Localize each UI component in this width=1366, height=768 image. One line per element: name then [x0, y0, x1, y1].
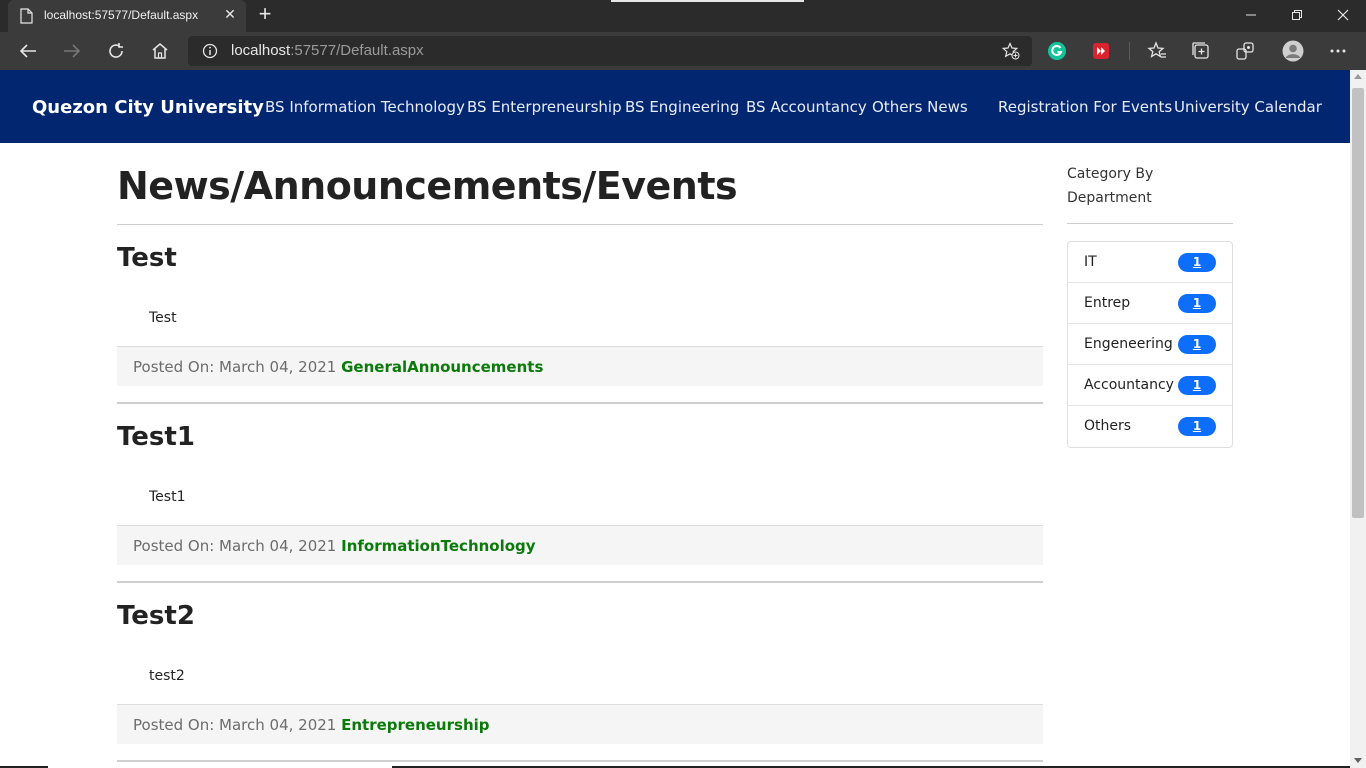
- extension-button[interactable]: [1091, 41, 1111, 61]
- tab-close-icon[interactable]: ✕: [222, 7, 238, 23]
- post-title: Test2: [117, 601, 195, 631]
- post-title: Test1: [117, 422, 195, 452]
- favorites-button[interactable]: [1147, 41, 1167, 61]
- toolbar-divider: [1129, 42, 1130, 60]
- sidebar-divider: [1067, 223, 1233, 224]
- category-label: IT: [1084, 254, 1097, 270]
- category-count-badge[interactable]: 1: [1178, 376, 1216, 395]
- nav-link-bs-enterpreneurship[interactable]: BS Enterpreneurship: [467, 98, 622, 116]
- post-category-link[interactable]: GeneralAnnouncements: [341, 358, 543, 376]
- sync-button[interactable]: [1235, 41, 1255, 61]
- category-count-badge[interactable]: 1: [1178, 335, 1216, 354]
- post-divider: [117, 581, 1043, 583]
- more-icon: [1330, 49, 1346, 53]
- post-footer: Posted On: March 04, 2021 InformationTec…: [117, 525, 1043, 565]
- post-body: Test: [149, 310, 177, 326]
- category-label: Engeneering: [1084, 336, 1173, 352]
- site-brand[interactable]: Quezon City University: [32, 97, 264, 118]
- category-item-engeneering[interactable]: Engeneering 1: [1068, 324, 1232, 365]
- home-button[interactable]: [145, 36, 175, 66]
- browser-toolbar: localhost:57577/Default.aspx: [0, 32, 1366, 70]
- sidebar-title: Category By Department: [1067, 166, 1154, 206]
- tab-title: localhost:57577/Default.aspx: [44, 8, 199, 22]
- nav-link-registration-for-events[interactable]: Registration For Events: [998, 98, 1172, 116]
- post-body: test2: [149, 668, 185, 684]
- close-icon: [1337, 9, 1349, 21]
- add-favorite-icon[interactable]: [1002, 42, 1020, 60]
- url-path: :57577/Default.aspx: [290, 42, 424, 59]
- posted-date: Posted On: March 04, 2021: [133, 358, 337, 376]
- post-category-link[interactable]: Entrepreneurship: [341, 716, 489, 734]
- close-window-button[interactable]: [1320, 0, 1366, 30]
- info-icon: [202, 43, 218, 59]
- collections-button[interactable]: [1191, 41, 1211, 61]
- post-title: Test: [117, 243, 177, 273]
- posted-date: Posted On: March 04, 2021: [133, 716, 337, 734]
- category-label: Others: [1084, 418, 1132, 434]
- browser-tab[interactable]: localhost:57577/Default.aspx ✕: [8, 0, 246, 32]
- category-item-accountancy[interactable]: Accountancy 1: [1068, 365, 1232, 406]
- extension-icon: [1093, 43, 1109, 59]
- url-host: localhost: [231, 42, 291, 59]
- page-icon: [20, 8, 33, 24]
- nav-link-bs-engineering[interactable]: BS Engineering: [625, 98, 739, 116]
- favorites-icon: [1147, 41, 1166, 58]
- forward-icon: [64, 44, 81, 58]
- post-footer: Posted On: March 04, 2021 Entrepreneursh…: [117, 704, 1043, 744]
- refresh-icon: [109, 43, 123, 58]
- scroll-up-icon[interactable]: [1354, 74, 1362, 79]
- page-title: News/Announcements/Events: [117, 164, 738, 208]
- nav-link-bs-accountancy[interactable]: BS Accountancy: [746, 98, 867, 116]
- post-divider: [117, 402, 1043, 404]
- more-button[interactable]: [1328, 41, 1348, 61]
- nav-link-university-calendar[interactable]: University Calendar: [1174, 98, 1322, 116]
- post-meta: Posted On: March 04, 2021 GeneralAnnounc…: [133, 358, 543, 376]
- category-label: Entrep: [1084, 295, 1131, 311]
- category-item-others[interactable]: Others 1: [1068, 406, 1232, 447]
- collections-icon: [1192, 42, 1209, 59]
- sync-icon: [1236, 42, 1254, 60]
- new-tab-button[interactable]: +: [254, 3, 276, 26]
- nav-link-bs-information-technology[interactable]: BS Information Technology: [265, 98, 465, 116]
- browser-tab-bar: localhost:57577/Default.aspx ✕ +: [0, 0, 1366, 32]
- grammarly-button[interactable]: [1047, 41, 1067, 61]
- posted-date: Posted On: March 04, 2021: [133, 537, 337, 555]
- category-label: Accountancy: [1084, 377, 1174, 393]
- scroll-down-icon[interactable]: [1354, 758, 1362, 763]
- web-page: Quezon City University BS Information Te…: [0, 70, 1350, 768]
- nav-link-others-news[interactable]: Others News: [872, 98, 968, 116]
- site-navbar: Quezon City University BS Information Te…: [0, 70, 1350, 143]
- category-count-badge[interactable]: 1: [1178, 294, 1216, 313]
- home-icon: [152, 43, 168, 59]
- post-divider: [117, 760, 1043, 762]
- title-divider: [117, 224, 1043, 225]
- category-count-badge[interactable]: 1: [1178, 417, 1216, 436]
- restore-button[interactable]: [1274, 0, 1320, 30]
- address-bar[interactable]: localhost:57577/Default.aspx: [188, 36, 1032, 66]
- post-category-link[interactable]: InformationTechnology: [341, 537, 535, 555]
- profile-button[interactable]: [1281, 39, 1305, 63]
- minimize-button[interactable]: [1228, 0, 1274, 30]
- post-meta: Posted On: March 04, 2021 InformationTec…: [133, 537, 536, 555]
- post-meta: Posted On: March 04, 2021 Entrepreneursh…: [133, 716, 490, 734]
- category-item-entrep[interactable]: Entrep 1: [1068, 283, 1232, 324]
- back-icon: [19, 44, 36, 58]
- post-footer: Posted On: March 04, 2021 GeneralAnnounc…: [117, 346, 1043, 386]
- category-item-it[interactable]: IT 1: [1068, 242, 1232, 283]
- back-button[interactable]: [13, 36, 43, 66]
- refresh-button[interactable]: [101, 36, 131, 66]
- forward-button[interactable]: [57, 36, 87, 66]
- minimize-icon: [1246, 14, 1256, 16]
- restore-icon: [1292, 10, 1302, 20]
- tab-strip-indicator: [611, 0, 804, 2]
- profile-icon: [1282, 40, 1304, 62]
- category-list: IT 1 Entrep 1 Engeneering 1 Accountancy …: [1067, 241, 1233, 448]
- category-count-badge[interactable]: 1: [1178, 253, 1216, 272]
- grammarly-icon: [1048, 42, 1066, 60]
- page-scrollbar[interactable]: [1350, 70, 1366, 768]
- url-text: localhost:57577/Default.aspx: [231, 42, 424, 59]
- post-body: Test1: [149, 489, 186, 505]
- scrollbar-thumb[interactable]: [1352, 88, 1364, 518]
